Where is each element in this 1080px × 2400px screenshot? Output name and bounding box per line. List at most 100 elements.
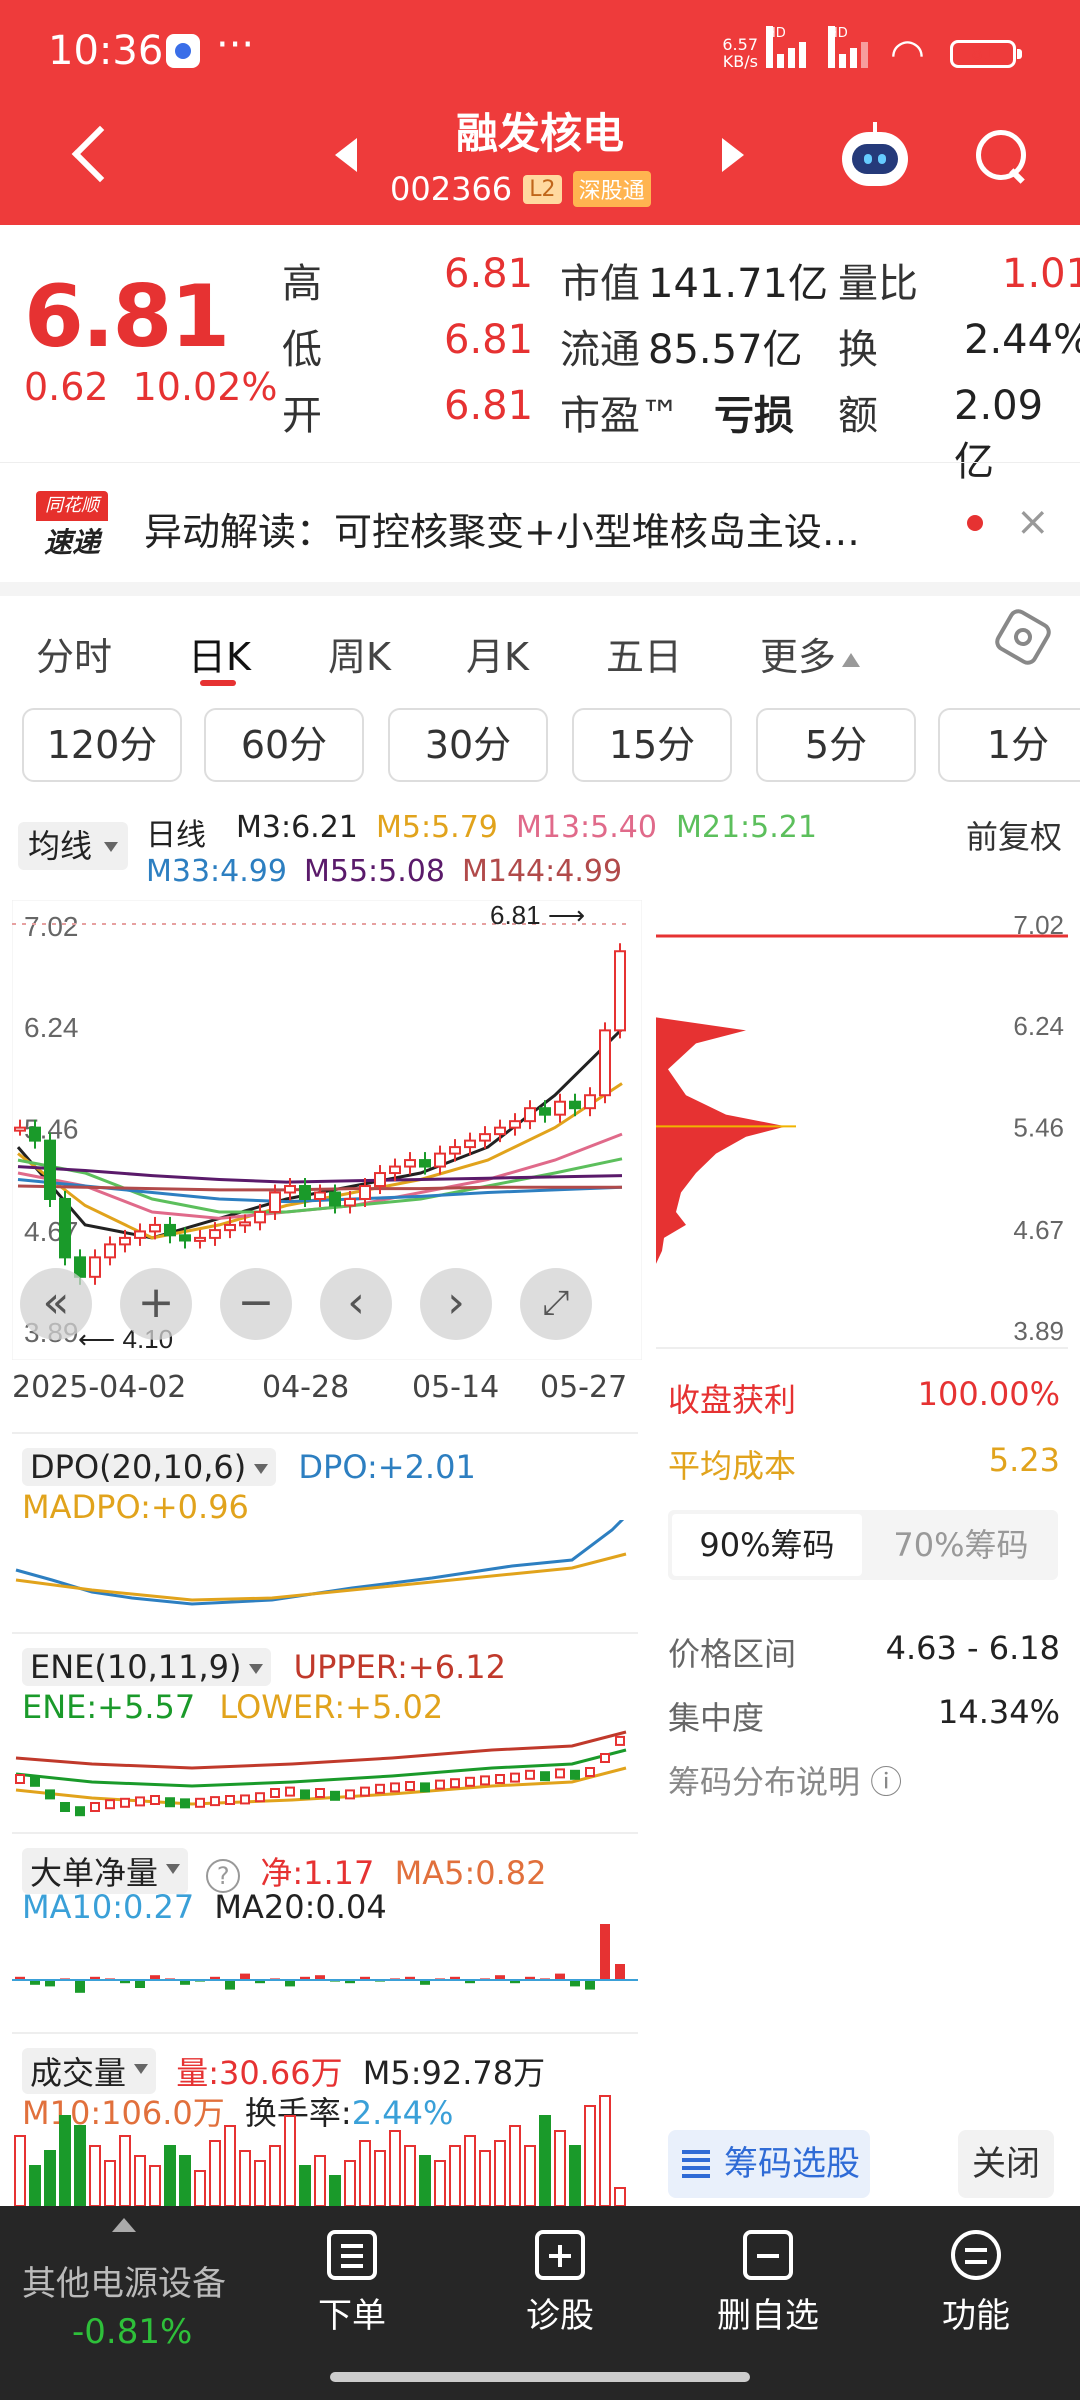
order-button[interactable]: 下单 [272, 2230, 432, 2337]
tab-more[interactable]: 更多 [760, 626, 861, 681]
volume-bar [374, 2150, 386, 2206]
period-5min[interactable]: 5分 [756, 708, 916, 782]
period-120min[interactable]: 120分 [22, 708, 182, 782]
ene-candle [435, 1779, 445, 1790]
period-30min[interactable]: 30分 [388, 708, 548, 782]
diagnose-plus-icon [535, 2230, 585, 2280]
float-cap-label: 流通 [560, 327, 640, 373]
ene-candle [330, 1790, 340, 1801]
current-price: 6.81 [24, 267, 230, 367]
diagnose-button[interactable]: 诊股 [480, 2230, 640, 2337]
status-bar: 10:36 ··· 6.57 KB/s HD HD ◠ 81 [0, 0, 1080, 105]
tab-intraday[interactable]: 分时 [36, 626, 112, 681]
big-order-chart [12, 1924, 638, 1993]
ene-candle [60, 1802, 70, 1812]
tab-chip-90[interactable]: 90%筹码 [672, 1514, 862, 1576]
sector-name[interactable]: 其他电源设备 [22, 2256, 226, 2305]
volume-bar [539, 2115, 551, 2206]
ma-m55: M55:5.08 [304, 854, 445, 889]
candle [449, 1146, 461, 1155]
ene-candle [585, 1767, 595, 1777]
volume-bar [269, 2145, 281, 2206]
ene-candle [540, 1771, 550, 1782]
amount-label: 额 [838, 393, 878, 439]
candle [149, 1223, 161, 1233]
close-button[interactable]: 关闭 [958, 2130, 1054, 2198]
tab-monthly-k[interactable]: 月K [466, 626, 529, 681]
period-15min[interactable]: 15分 [572, 708, 732, 782]
ene-candle [375, 1783, 385, 1794]
chevron-left-icon[interactable]: ‹ [320, 1268, 392, 1340]
chip-explain-link[interactable]: 筹码分布说明 ⓘ [668, 1763, 902, 1801]
tab-weekly-k[interactable]: 周K [328, 626, 391, 681]
back-button[interactable] [66, 120, 116, 190]
volume-bar [584, 2105, 596, 2206]
period-selector: 120分 60分 30分 15分 5分 1分 [0, 700, 1080, 790]
chip-tabs: 90%筹码 70%筹码 [668, 1510, 1058, 1580]
chip-screener-button[interactable]: 筹码选股 [668, 2130, 870, 2198]
previous-stock-arrow-icon[interactable] [335, 138, 357, 172]
volume-bar [434, 2160, 446, 2206]
volume-bar [29, 2165, 41, 2206]
tab-daily-k[interactable]: 日K [188, 626, 251, 681]
ene-candle [105, 1799, 115, 1810]
ene-candle [90, 1802, 100, 1812]
volume-bar [314, 2155, 326, 2206]
volume-bar [59, 2115, 71, 2206]
dpo-select[interactable]: DPO(20,10,6) [22, 1448, 277, 1486]
rewind-icon[interactable]: « [20, 1268, 92, 1340]
remove-watchlist-button[interactable]: 删自选 [688, 2230, 848, 2337]
volume-bar [284, 2115, 296, 2206]
tab-five-day[interactable]: 五日 [606, 626, 682, 681]
chip-explain-row[interactable]: 筹码分布说明 ⓘ [668, 1757, 1060, 1807]
candle [479, 1133, 491, 1142]
functions-button[interactable]: 功能 [896, 2230, 1056, 2337]
ene-candle [570, 1769, 580, 1780]
candle [194, 1236, 206, 1242]
zoom-in-icon[interactable]: + [120, 1268, 192, 1340]
pe-label: 市盈™ [560, 393, 680, 439]
zoom-out-icon[interactable]: − [220, 1268, 292, 1340]
fullscreen-icon[interactable]: ⤢ [520, 1268, 592, 1340]
menu-lines-icon [951, 2230, 1001, 2280]
period-1min[interactable]: 1分 [938, 708, 1080, 782]
news-banner[interactable]: 同花顺 速递 异动解读：可控核聚变+小型堆核岛主设… × [0, 462, 1080, 582]
avg-cost-row: 平均成本 5.23 [668, 1441, 1060, 1491]
period-60min[interactable]: 60分 [204, 708, 364, 782]
ma10-value: MA10:0.27 [22, 1888, 195, 1926]
chip-distribution-chart: 7.026.245.464.673.89 [656, 900, 1068, 1360]
big-order-bar [225, 1980, 235, 1990]
volume-bar [569, 2145, 581, 2206]
news-text[interactable]: 异动解读：可控核聚变+小型堆核岛主设… [144, 501, 944, 556]
ene-candle [450, 1778, 460, 1789]
volume-bar [44, 2150, 56, 2206]
next-stock-arrow-icon[interactable] [722, 138, 744, 172]
dpo-chart [15, 1520, 627, 1606]
ene-candle [150, 1795, 160, 1805]
home-indicator[interactable] [330, 2372, 750, 2382]
news-source-logo: 同花顺 速递 [36, 491, 108, 563]
open-label: 开 [282, 393, 322, 439]
close-icon[interactable]: × [1016, 499, 1050, 545]
indicator-select[interactable]: 均线 [18, 822, 128, 870]
chip-y-tick: 5.46 [1013, 1112, 1064, 1142]
candle [554, 1100, 566, 1116]
ene-value: ENE:+5.57 [22, 1688, 196, 1726]
tab-chip-70[interactable]: 70%筹码 [868, 1514, 1054, 1576]
ene-select[interactable]: ENE(10,11,9) [22, 1648, 272, 1686]
volume-bar [524, 2145, 536, 2206]
volume-bar [104, 2160, 116, 2206]
adjustment-mode[interactable]: 前复权 [966, 812, 1062, 858]
candle [224, 1223, 236, 1232]
search-icon[interactable] [974, 128, 1028, 182]
chip-y-tick: 6.24 [1013, 1011, 1064, 1041]
volume-bar [554, 2130, 566, 2206]
quote-row-open: 开 6.81 市盈™ 亏损 额 2.09亿 [282, 383, 1072, 485]
ene-candle [45, 1789, 55, 1800]
ai-assistant-robot-icon[interactable] [842, 122, 908, 186]
expand-up-icon[interactable] [112, 2218, 136, 2232]
ene-candle [420, 1782, 430, 1793]
chevron-right-icon[interactable]: › [420, 1268, 492, 1340]
volume-bar [389, 2130, 401, 2206]
y-tick-label: 6.24 [24, 1012, 79, 1043]
